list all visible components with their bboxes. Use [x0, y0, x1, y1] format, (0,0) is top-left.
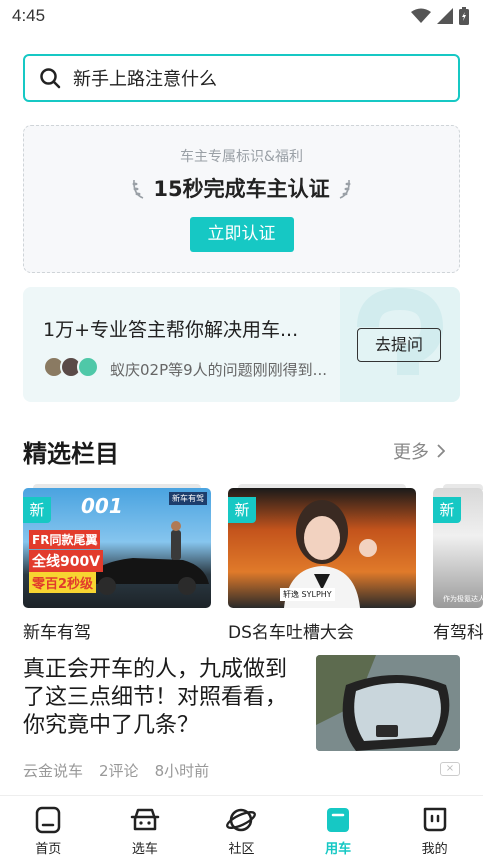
search-input[interactable]: 新手上路注意什么 [23, 54, 460, 102]
more-label: 更多 [393, 442, 429, 463]
article-comments: 2评论 [99, 762, 139, 780]
column-card[interactable]: 作为极氪达人 新 有驾科 [433, 484, 483, 643]
answerer-avatars [43, 356, 103, 380]
certify-now-button[interactable]: 立即认证 [189, 217, 294, 252]
thumb-tag: 作为极氪达人 [443, 595, 483, 603]
new-badge: 新 [23, 497, 51, 523]
article-time: 8小时前 [154, 762, 210, 780]
tab-community[interactable]: 社区 [193, 796, 290, 859]
avatar [77, 356, 99, 378]
thumb-caption: FR同款尾翼 [29, 530, 101, 549]
tab-label: 选车 [131, 842, 158, 857]
dismiss-article-button[interactable]: × [440, 762, 460, 776]
tab-label: 用车 [325, 842, 352, 857]
qa-title: 1万+专业答主帮你解决用车... [43, 319, 299, 341]
column-title: DS名车吐槽大会 [228, 623, 354, 643]
column-thumbnail: 作为极氪达人 新 [433, 488, 483, 608]
home-icon [36, 806, 61, 834]
planet-icon [226, 808, 257, 832]
article-meta: 云金说车 2评论 8小时前 [23, 760, 209, 781]
thumb-caption: 零百2秒级 [29, 572, 97, 593]
column-title: 新车有驾 [23, 623, 91, 643]
column-thumbnail: 轩逸 SYLPHY 新 [228, 488, 416, 608]
search-icon [40, 68, 61, 89]
tab-label: 社区 [228, 842, 255, 857]
new-badge: 新 [433, 497, 461, 523]
column-thumbnail: 001 新车有驾 FR同款尾翼 全线900V 零百2秒级 新 [23, 488, 211, 608]
certification-subtitle: 车主专属标识&福利 [180, 149, 303, 165]
thumb-caption: 全线900V [29, 550, 104, 572]
column-card[interactable]: 001 新车有驾 FR同款尾翼 全线900V 零百2秒级 新 新车有驾 [23, 484, 211, 643]
battery-icon [459, 7, 469, 25]
car-icon [130, 808, 160, 831]
tab-label: 首页 [35, 842, 62, 857]
new-badge: 新 [228, 497, 256, 523]
tab-car-use[interactable]: 用车 [290, 796, 387, 859]
column-card[interactable]: 轩逸 SYLPHY 新 DS名车吐槽大会 [228, 484, 416, 643]
ask-question-button[interactable]: 去提问 [357, 328, 441, 362]
car-use-icon [327, 808, 350, 832]
certification-title-row: 15秒完成车主认证 [24, 173, 459, 203]
status-bar: 4:45 [0, 0, 483, 34]
owner-certification-card: 车主专属标识&福利 15秒完成车主认证 立即认证 [23, 125, 460, 273]
signal-icon [437, 8, 453, 24]
qa-description: 蚁庆02P等9人的问题刚刚得到... [110, 361, 327, 379]
qa-card[interactable]: 1万+专业答主帮你解决用车... 蚁庆02P等9人的问题刚刚得到... 去提问 [23, 287, 460, 402]
tab-select-car[interactable]: 选车 [97, 796, 194, 859]
chevron-right-icon [437, 444, 445, 458]
laurel-right-icon [339, 179, 351, 199]
bottom-tab-bar: 首页 选车 社区 用车 我的 [0, 795, 483, 859]
featured-section-title: 精选栏目 [23, 440, 119, 468]
side-mirror-photo [316, 655, 460, 751]
thumb-tag: 新车有驾 [169, 492, 207, 505]
article-title[interactable]: 真正会开车的人，九成做到了这三点细节！对照看看，你究竟中了几条？ [23, 656, 298, 740]
thumb-tag: 轩逸 SYLPHY [280, 588, 335, 601]
article-author: 云金说车 [23, 762, 84, 780]
tab-home[interactable]: 首页 [0, 796, 97, 859]
search-query-text: 新手上路注意什么 [73, 69, 217, 90]
more-link[interactable]: 更多 [393, 438, 445, 464]
certification-title: 15秒完成车主认证 [153, 177, 330, 201]
tab-profile[interactable]: 我的 [386, 796, 483, 859]
tab-label: 我的 [421, 842, 448, 857]
laurel-left-icon [132, 179, 144, 199]
article-thumbnail[interactable] [316, 655, 460, 751]
status-time: 4:45 [12, 6, 46, 25]
status-icons [411, 7, 469, 25]
wifi-icon [411, 8, 431, 23]
thumb-top-text: 001 [81, 494, 123, 518]
profile-icon [423, 807, 446, 832]
column-title: 有驾科 [433, 623, 483, 643]
